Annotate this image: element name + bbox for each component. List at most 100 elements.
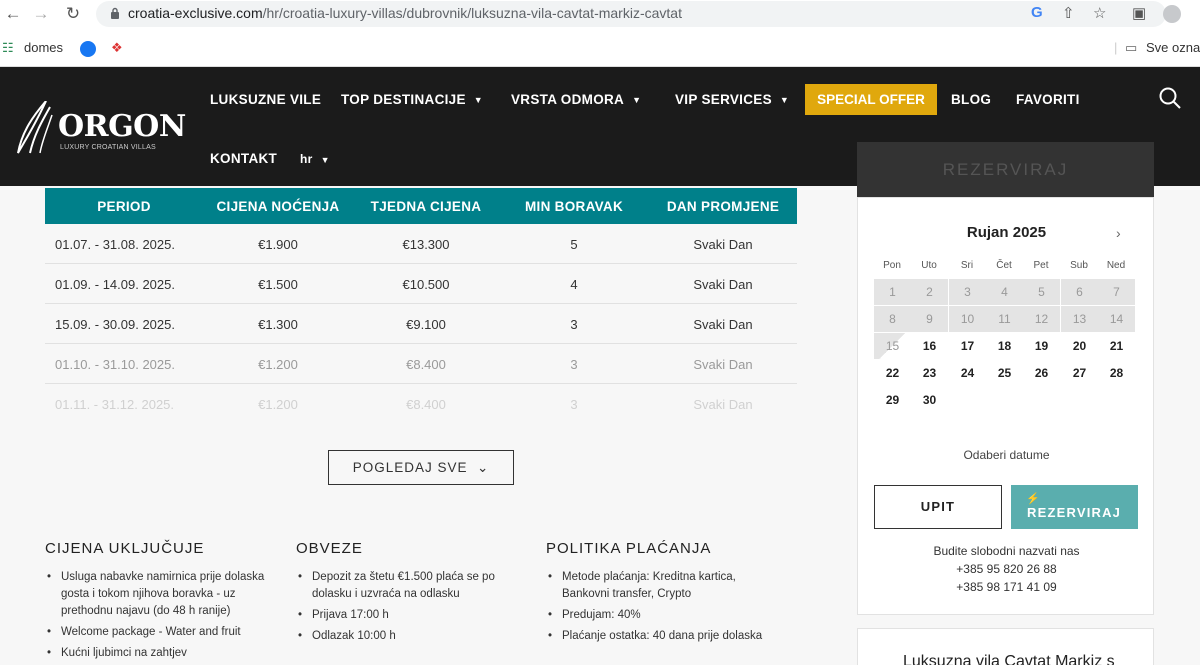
calendar-day[interactable]: 19 [1023, 333, 1060, 359]
calendar-day[interactable]: 29 [874, 387, 911, 413]
calendar-day[interactable]: 21 [1098, 333, 1135, 359]
calendar-day[interactable]: 23 [911, 360, 948, 386]
nav-vip-services[interactable]: VIP SERVICES ▼ [675, 92, 789, 107]
calendar-day[interactable]: 20 [1061, 333, 1098, 359]
changeover-cell: Svaki Dan [693, 317, 753, 332]
calendar-day[interactable]: 24 [949, 360, 986, 386]
list-item: Usluga nabavke namirnica prije dolaska g… [45, 569, 270, 620]
inquiry-button[interactable]: UPIT [874, 485, 1002, 529]
bookmark-red-icon[interactable]: ❖ [111, 40, 123, 56]
weekly-price-cell: €8.400 [406, 357, 446, 372]
changeover-cell: Svaki Dan [693, 237, 753, 252]
nav-blog[interactable]: BLOG [951, 92, 991, 107]
list-item: Depozit za štetu €1.500 plaća se po dola… [296, 569, 516, 603]
calendar-day[interactable]: 28 [1098, 360, 1135, 386]
min-stay-cell: 5 [570, 237, 578, 252]
nav-special-offer[interactable]: SPECIAL OFFER [805, 84, 937, 115]
bookmark-star-icon[interactable]: ☆ [1093, 4, 1106, 22]
table-row: 01.07. - 31.08. 2025. €1.900 €13.300 5 S… [45, 224, 797, 264]
obligations-title: OBVEZE [296, 540, 363, 557]
all-bookmarks-label[interactable]: Sve ozna [1146, 40, 1200, 55]
list-item: Prijava 17:00 h [296, 607, 516, 624]
nav-favoriti[interactable]: FAVORITI [1016, 92, 1080, 107]
payment-title: POLITIKA PLAĆANJA [546, 540, 712, 557]
column-header: TJEDNA CIJENA [370, 199, 482, 214]
list-item: Welcome package - Water and fruit [45, 624, 270, 641]
reload-icon[interactable]: ↻ [62, 4, 84, 24]
list-item: Metode plaćanja: Kreditna kartica, Banko… [546, 569, 786, 603]
includes-section: CIJENA UKLJUČUJE Usluga nabavke namirnic… [45, 540, 270, 665]
nightly-price-cell: €1.900 [258, 237, 298, 252]
booking-panel: Rujan 2025 › Pon Uto Sri Čet Pet Sub Ned 12345… [857, 197, 1154, 615]
chevron-down-icon: ▼ [632, 95, 642, 106]
reserve-button-label: REZERVIRAJ [1027, 505, 1122, 520]
chevron-down-icon: ▼ [473, 95, 483, 106]
weekly-price-cell: €13.300 [402, 237, 450, 252]
calendar-day[interactable]: 18 [986, 333, 1023, 359]
facebook-icon[interactable] [80, 41, 96, 57]
calendar-day: 9 [911, 306, 948, 332]
calendar-day[interactable]: 26 [1023, 360, 1060, 386]
weekday-label: Čet [996, 260, 1012, 271]
nav-vrsta-odmora-label: VRSTA ODMORA [511, 92, 625, 107]
min-stay-cell: 3 [570, 397, 578, 412]
calendar-day: 2 [911, 279, 948, 305]
bookmark-domes[interactable]: domes [24, 40, 63, 55]
calendar-day: 4 [986, 279, 1023, 305]
weekly-price-cell: €9.100 [406, 317, 446, 332]
nav-vrsta-odmora[interactable]: VRSTA ODMORA ▼ [511, 92, 641, 107]
logo-wordmark: ORGON [58, 109, 186, 144]
weekday-label: Ned [1106, 260, 1126, 271]
obligations-section: OBVEZE Depozit za štetu €1.500 plaća se … [296, 540, 516, 649]
phone-link[interactable]: +385 98 171 41 09 [858, 578, 1155, 596]
weekday-label: Pon [883, 260, 901, 271]
weekly-price-cell: €8.400 [406, 397, 446, 412]
calendar-day[interactable]: 25 [986, 360, 1023, 386]
folder-icon: ▭ [1125, 40, 1138, 55]
logo-tagline: LUXURY CROATIAN VILLAS [60, 144, 156, 151]
calendar-day: 14 [1098, 306, 1135, 332]
weekday-label: Pet [1033, 260, 1049, 271]
calendar-day: 1 [874, 279, 911, 305]
reserve-button[interactable]: ⚡ REZERVIRAJ [1011, 485, 1138, 529]
forward-icon[interactable]: → [30, 4, 52, 24]
browser-toolbar: ← → ↻ croatia-exclusive.com/hr/croatia-l… [0, 0, 1200, 30]
nav-kontakt[interactable]: KONTAKT [210, 151, 277, 166]
table-row: 01.09. - 14.09. 2025. €1.500 €10.500 4 S… [45, 264, 797, 304]
sidepanel-icon[interactable]: ▣ [1132, 4, 1146, 22]
search-icon[interactable] [1158, 86, 1182, 110]
language-selector[interactable]: hr ▼ [300, 152, 330, 166]
calendar-day[interactable]: 30 [911, 387, 948, 413]
url-text[interactable]: croatia-exclusive.com/hr/croatia-luxury-… [128, 5, 682, 21]
phone-link[interactable]: +385 95 820 26 88 [858, 560, 1155, 578]
includes-title: CIJENA UKLJUČUJE [45, 540, 205, 557]
calendar-day: 8 [874, 306, 911, 332]
share-icon[interactable]: ⇧ [1062, 4, 1075, 22]
google-icon[interactable]: G [1031, 4, 1043, 21]
calendar-day[interactable]: 16 [911, 333, 948, 359]
nav-top-destinacije[interactable]: TOP DESTINACIJE ▼ [341, 92, 483, 107]
column-header: CIJENA NOĆENJA [216, 199, 340, 214]
calendar-day[interactable]: 17 [949, 333, 986, 359]
nav-top-destinacije-label: TOP DESTINACIJE [341, 92, 466, 107]
profile-avatar[interactable] [1163, 5, 1181, 23]
weekday-label: Uto [921, 260, 937, 271]
back-icon[interactable]: ← [2, 4, 24, 24]
payment-section: POLITIKA PLAĆANJA Metode plaćanja: Kredi… [546, 540, 786, 649]
lock-icon [111, 7, 119, 19]
calendar-day[interactable]: 22 [874, 360, 911, 386]
logo-sail-icon [17, 101, 53, 154]
apps-icon[interactable]: ☷ [2, 40, 14, 56]
nav-luksuzne-vile[interactable]: LUKSUZNE VILE [210, 92, 321, 107]
chevron-down-icon: ▼ [779, 95, 790, 106]
column-header: MIN BORAVAK [524, 199, 624, 214]
column-header: PERIOD [97, 199, 151, 214]
view-all-button[interactable]: POGLEDAJ SVE ⌄ [328, 450, 514, 485]
period-cell: 01.07. - 31.08. 2025. [55, 237, 175, 252]
calendar-day[interactable]: 27 [1061, 360, 1098, 386]
nav-vip-services-label: VIP SERVICES [675, 92, 772, 107]
list-item: Kućni ljubimci na zahtjev [45, 645, 270, 662]
contact-line: Budite slobodni nazvati nas [933, 544, 1080, 558]
calendar-day: 10 [949, 306, 986, 332]
chevron-right-icon[interactable]: › [1116, 225, 1121, 241]
